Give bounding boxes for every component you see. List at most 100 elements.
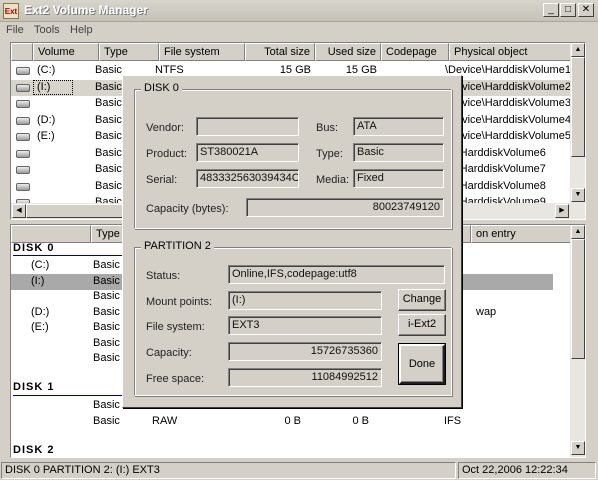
scroll-left-icon[interactable]: ◀ [12,204,26,218]
type-cell: Basic [95,80,122,93]
type-cell: Basic [95,179,122,192]
column-header-physical-object[interactable]: Physical object [449,43,573,61]
partition-group-title: PARTITION 2 [141,240,214,252]
type-cell: Basic [95,163,122,175]
serial-label: Serial: [146,174,178,186]
drive-icon [16,149,30,158]
drive-icon [16,67,30,75]
volume-cell: (E:) [37,130,55,142]
physical-object-cell: \Device\HarddiskVolume3 [445,97,571,109]
drive-icon [16,133,30,141]
partition-volume-cell: (C:) [31,259,50,271]
type-field: Basic [353,143,444,162]
free-space-label: Free space: [146,373,205,385]
column-header-used-size[interactable]: Used size [315,43,381,61]
partition-filesystem-cell: RAW [152,415,178,427]
vendor-field [196,117,299,136]
scroll-up-icon[interactable]: ▲ [571,43,585,57]
disk-list-vscroll[interactable]: ▲ ▼ [570,225,585,457]
menu-file[interactable]: File [6,24,24,36]
status-field: Online,IFS,codepage:utf8 [228,265,445,284]
partition-volume-cell: (E:) [31,321,49,333]
status-bar: DISK 0 PARTITION 2: (I:) EXT3 Oct 22,200… [0,461,598,480]
partition-type-cell: Basic [93,305,120,318]
column-header-filesystem[interactable]: File system [159,43,245,61]
mount-points-field: (I:) [228,291,382,310]
partition-type-cell: Basic [93,336,120,349]
disk-info-group: DISK 0 Vendor: Bus: ATA Product: ST38002… [134,82,452,229]
volume-cell: (I:) [37,80,51,93]
partition-type-cell: Basic [93,399,120,411]
media-label: Media: [316,174,350,186]
window-title: Ext2 Volume Manager [24,3,148,17]
partition-entry-cell: IFS [444,415,462,427]
capacity-bytes-field: 80023749120 [246,198,444,217]
product-field: ST380021A [196,143,299,162]
disk-group-title: DISK 0 [141,82,182,94]
change-button[interactable]: Change [398,289,446,311]
file-system-field: EXT3 [228,316,382,335]
menu-help[interactable]: Help [70,24,93,36]
physical-object-cell: \Device\HarddiskVolume4 [445,113,571,126]
drive-icon [16,182,30,191]
partition-type-cell: Basic [93,274,120,287]
media-field: Fixed [353,169,444,188]
menu-tools[interactable]: Tools [34,24,60,36]
capacity-label: Capacity: [146,347,192,359]
disk-scroll-thumb[interactable] [571,239,585,359]
volume-cell: (D:) [37,113,56,126]
disk-0-title: DISK 0 [13,242,55,254]
vendor-label: Vendor: [146,122,184,134]
disk-column-header-partition-entry[interactable]: on entry [471,225,571,243]
disk-partition-row[interactable]: Basic RAW 0 B 0 B IFS [11,414,585,430]
close-button[interactable]: ✕ [578,3,594,17]
type-cell: Basic [95,130,122,142]
partition-type-cell: Basic [93,352,120,364]
partition-volume-cell: (D:) [31,305,50,318]
disk-scroll-up-icon[interactable]: ▲ [571,225,585,239]
drive-icon [16,166,30,174]
physical-object-cell: \Device\HarddiskVolume5 [445,130,571,142]
disk-1-divider [13,395,123,396]
properties-dialog: DISK 0 Vendor: Bus: ATA Product: ST38002… [122,75,462,408]
scroll-thumb[interactable] [571,57,585,157]
partition-entry-cell: wap [476,305,497,318]
partition-type-cell: Basic [93,415,120,427]
partition-total-cell: 0 B [284,415,301,427]
bus-label: Bus: [316,122,339,134]
scroll-right-icon[interactable]: ▶ [555,204,569,218]
column-header-volume[interactable]: Volume [33,43,99,61]
column-header-codepage[interactable]: Codepage [381,43,449,61]
column-header-type[interactable]: Type [99,43,159,61]
column-header-icon[interactable] [11,43,33,61]
product-label: Product: [146,148,187,160]
done-button[interactable]: Done [398,343,446,385]
partition-type-cell: Basic [93,259,120,271]
type-cell: Basic [95,113,122,126]
menu-bar: File Tools Help [0,22,598,40]
partition-type-cell: Basic [93,290,120,302]
physical-object-cell: \Device\HarddiskVolume2 [445,80,571,93]
status-text: DISK 0 PARTITION 2: (I:) EXT3 [1,462,456,479]
disk-column-header-volume[interactable] [11,225,91,243]
bus-field: ATA [353,117,444,136]
column-header-total-size[interactable]: Total size [245,43,315,61]
partition-volume-cell: (I:) [31,274,45,287]
iext2-button[interactable]: i-Ext2 [398,314,446,336]
partition-type-cell: Basic [93,321,120,333]
drive-icon [16,116,30,125]
maximize-button[interactable]: □ [560,3,576,17]
partition-info-group: PARTITION 2 Status: Online,IFS,codepage:… [134,240,452,396]
minimize-button[interactable]: _ [543,3,559,17]
disk-scroll-down-icon[interactable]: ▼ [571,441,585,455]
free-space-field: 11084992512 [228,368,382,387]
scroll-down-icon[interactable]: ▼ [571,188,585,202]
volume-table-vscroll[interactable]: ▲ ▼ [570,43,585,203]
type-cell: Basic [95,146,122,159]
disk-0-divider [13,255,123,256]
drive-icon [16,83,30,92]
disk-2-title: DISK 2 [13,444,55,456]
serial-field: 483332563039434C [196,169,299,188]
status-datetime: Oct 22,2006 12:22:34 [458,462,596,479]
volume-cell: (C:) [37,64,56,76]
